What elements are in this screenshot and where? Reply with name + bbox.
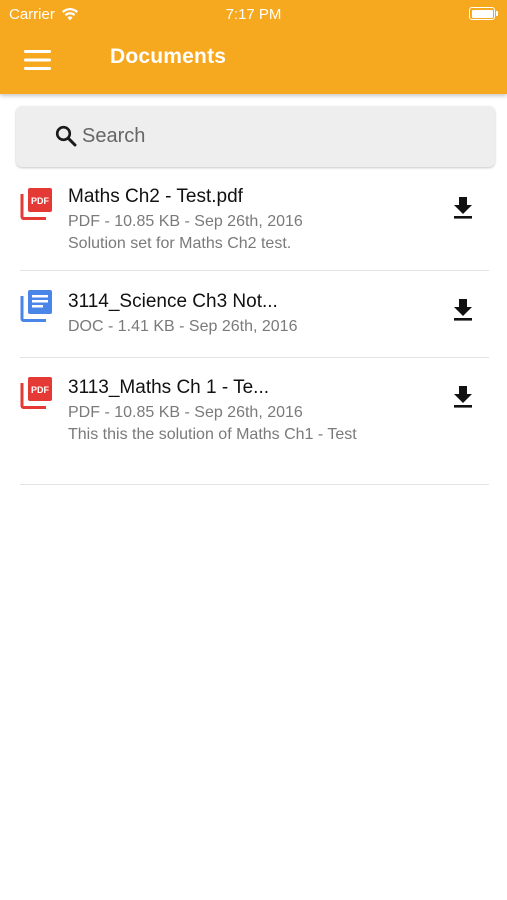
download-icon [454, 386, 472, 408]
document-meta: DOC - 1.41 KB - Sep 26th, 2016 [68, 318, 298, 335]
battery-icon [469, 7, 498, 20]
menu-button[interactable] [14, 40, 60, 80]
page-title: Documents [110, 45, 227, 68]
svg-text:PDF: PDF [31, 196, 50, 206]
status-time: 7:17 PM [225, 6, 282, 23]
document-name: Maths Ch2 - Test.pdf [68, 186, 243, 207]
download-button[interactable] [447, 381, 479, 413]
hamburger-menu-icon [23, 50, 51, 70]
document-meta: PDF - 10.85 KB - Sep 26th, 2016 [68, 213, 303, 230]
list-item[interactable]: PDF 3113_Maths Ch 1 - Te... PDF - 10.85 … [20, 358, 489, 485]
download-button[interactable] [447, 294, 479, 326]
document-list: PDF Maths Ch2 - Test.pdf PDF - 10.85 KB … [0, 172, 507, 485]
document-meta: PDF - 10.85 KB - Sep 26th, 2016 [68, 404, 303, 421]
download-icon [454, 197, 472, 219]
search-bar [16, 106, 495, 167]
search-icon [55, 125, 77, 147]
document-name: 3114_Science Ch3 Not... [68, 291, 278, 312]
app-bar: Carrier 7:17 PM Documents [0, 0, 507, 94]
list-item[interactable]: PDF Maths Ch2 - Test.pdf PDF - 10.85 KB … [20, 172, 489, 271]
download-button[interactable] [447, 192, 479, 224]
status-bar: Carrier 7:17 PM [0, 0, 507, 28]
document-description: Solution set for Maths Ch2 test. [68, 235, 292, 252]
pdf-file-icon: PDF [20, 377, 52, 409]
document-name: 3113_Maths Ch 1 - Te... [68, 377, 270, 398]
svg-text:PDF: PDF [31, 385, 50, 395]
doc-file-icon [20, 290, 52, 322]
search-input[interactable] [82, 116, 482, 156]
list-item[interactable]: 3114_Science Ch3 Not... DOC - 1.41 KB - … [20, 271, 489, 358]
pdf-file-icon: PDF [20, 188, 52, 220]
download-icon [454, 299, 472, 321]
document-description: This this the solution of Maths Ch1 - Te… [68, 426, 357, 443]
